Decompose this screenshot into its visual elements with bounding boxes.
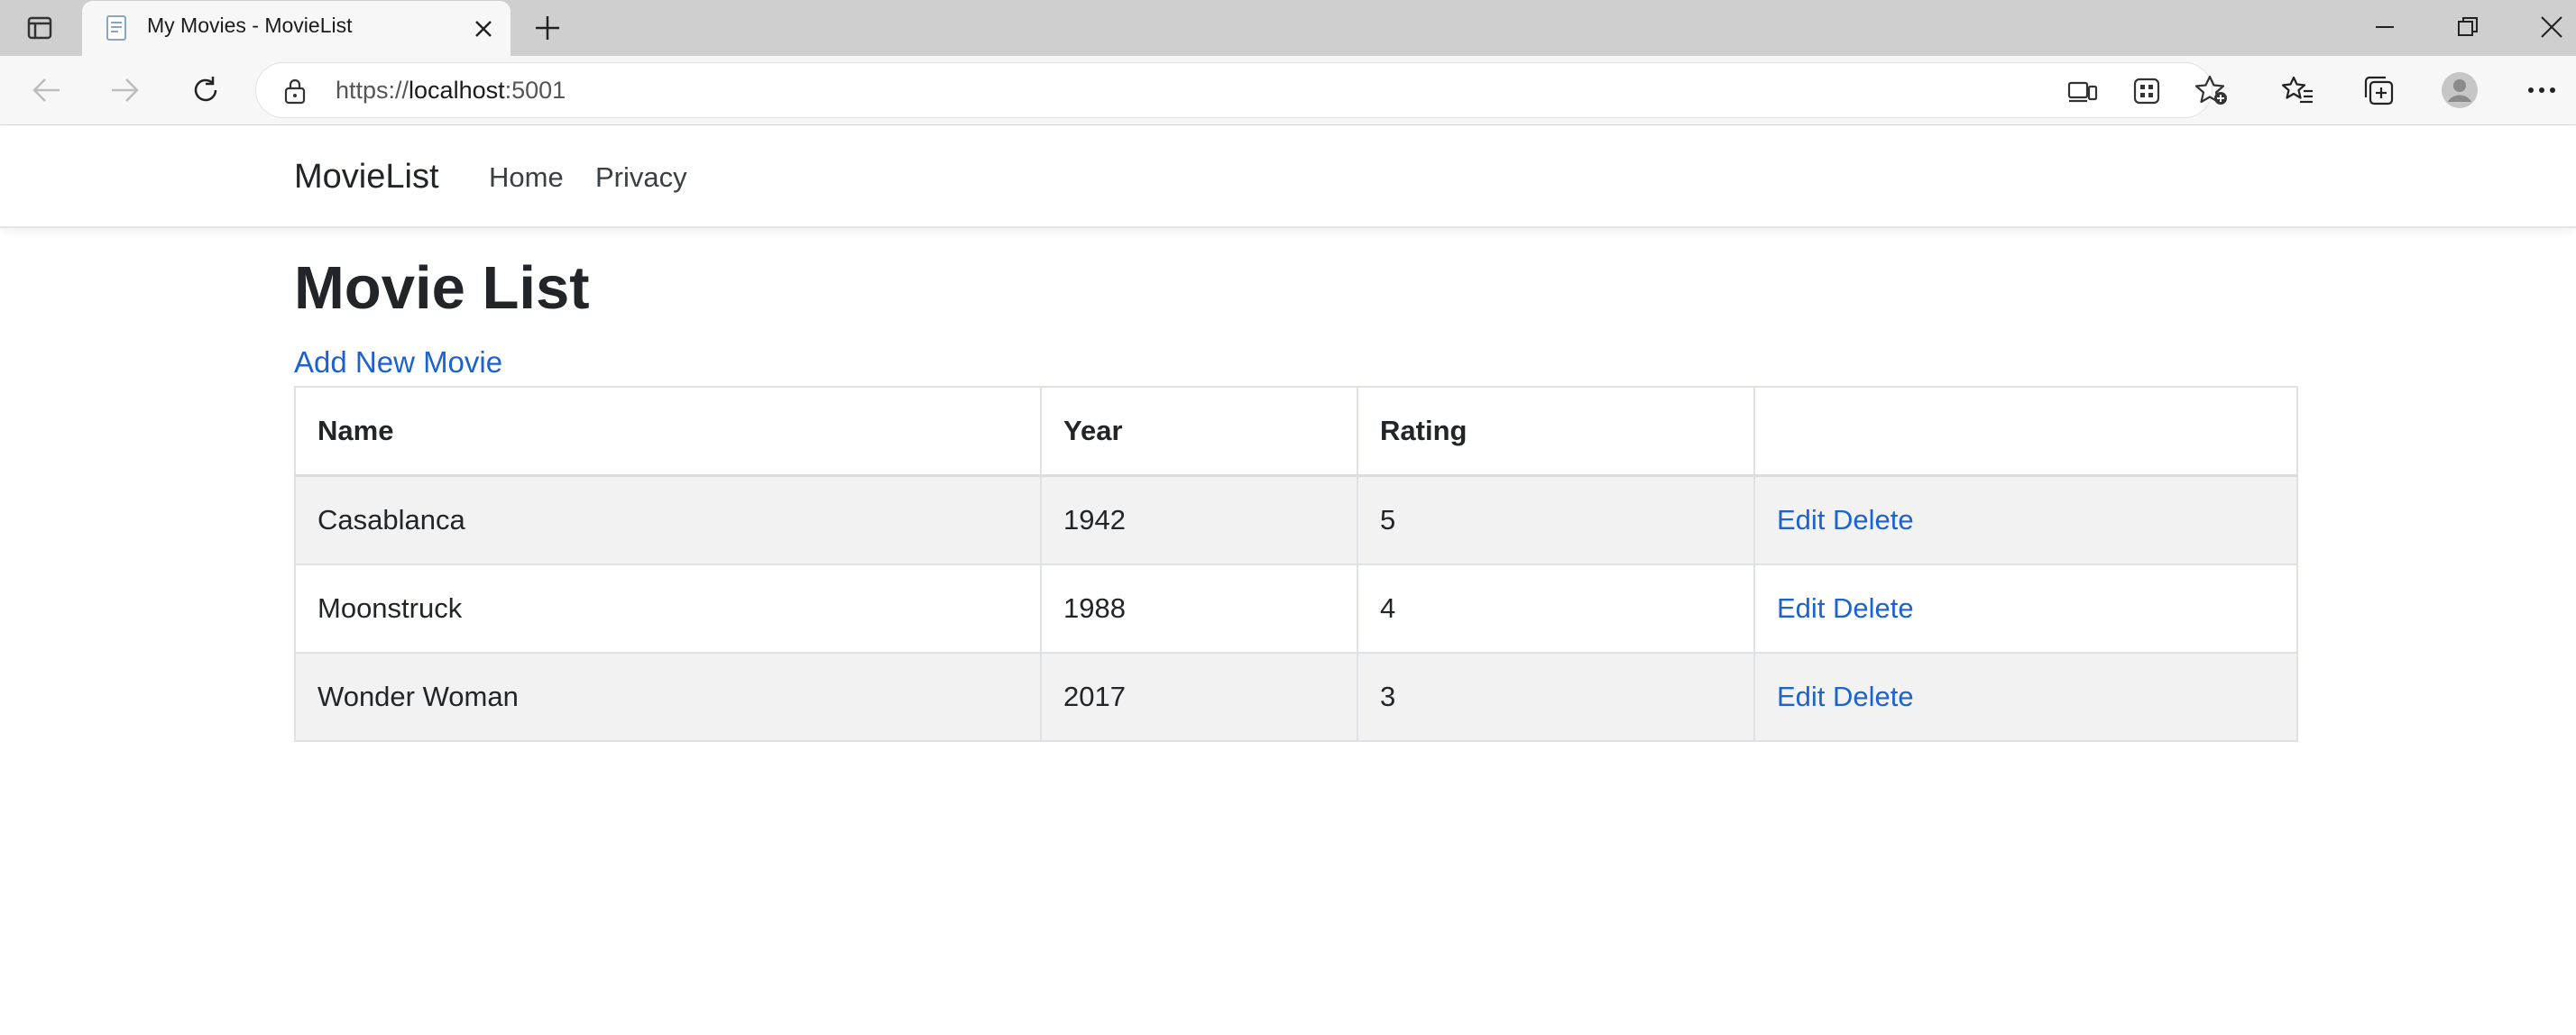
- minimize-icon[interactable]: [2374, 16, 2396, 38]
- edit-link[interactable]: Edit: [1777, 504, 1825, 536]
- url-host: localhost: [409, 77, 505, 104]
- movie-year-cell: 1942: [1040, 474, 1358, 565]
- actions-cell: Edit Delete: [1753, 563, 2298, 654]
- actions-cell: Edit Delete: [1753, 652, 2298, 742]
- browser-toolbar: https://localhost:5001: [0, 56, 2576, 125]
- tab-strip: My Movies - MovieList: [0, 0, 2576, 56]
- movie-rating-cell: 4: [1357, 563, 1755, 654]
- site-navbar: MovieList Home Privacy: [0, 125, 2576, 228]
- close-window-icon[interactable]: [2540, 15, 2563, 39]
- column-header-name: Name: [294, 386, 1042, 477]
- url-port: :5001: [504, 77, 566, 104]
- collections-icon[interactable]: [2362, 74, 2395, 106]
- movie-rating-cell: 3: [1357, 652, 1755, 742]
- delete-link[interactable]: Delete: [1833, 504, 1914, 536]
- table-row: Wonder Woman 2017 3 Edit Delete: [294, 652, 2298, 742]
- movie-rating-cell: 5: [1357, 474, 1755, 565]
- lock-icon[interactable]: [283, 78, 307, 105]
- close-tab-icon[interactable]: [474, 19, 493, 39]
- table-row: Moonstruck 1988 4 Edit Delete: [294, 563, 2298, 654]
- edit-link[interactable]: Edit: [1777, 592, 1825, 624]
- apps-icon[interactable]: [2132, 77, 2161, 105]
- address-bar[interactable]: https://localhost:5001: [255, 62, 2227, 118]
- edit-link[interactable]: Edit: [1777, 681, 1825, 712]
- restore-icon[interactable]: [2457, 16, 2479, 38]
- column-header-rating: Rating: [1357, 386, 1755, 477]
- add-new-movie-link[interactable]: Add New Movie: [294, 345, 502, 380]
- nav-link-home[interactable]: Home: [489, 161, 564, 194]
- add-favorite-icon[interactable]: [2195, 75, 2230, 107]
- favorites-icon[interactable]: [2282, 75, 2314, 105]
- app-available-icon[interactable]: [2067, 78, 2098, 105]
- delete-link[interactable]: Delete: [1833, 592, 1914, 624]
- url-text[interactable]: https://localhost:5001: [336, 77, 566, 105]
- forward-icon[interactable]: [108, 76, 141, 105]
- url-scheme: https://: [336, 77, 409, 104]
- delete-link[interactable]: Delete: [1833, 681, 1914, 712]
- column-header-actions: [1753, 386, 2298, 477]
- table-row: Casablanca 1942 5 Edit Delete: [294, 474, 2298, 565]
- tab-title: My Movies - MovieList: [147, 14, 353, 37]
- movies-table: Name Year Rating Casablanca 1942 5 Edit …: [294, 386, 2298, 742]
- more-menu-icon[interactable]: [2527, 87, 2556, 94]
- column-header-year: Year: [1040, 386, 1358, 477]
- movie-name-cell: Casablanca: [294, 474, 1042, 565]
- nav-link-privacy[interactable]: Privacy: [595, 161, 687, 194]
- new-tab-icon[interactable]: [534, 14, 561, 41]
- movie-name-cell: Wonder Woman: [294, 652, 1042, 742]
- page-favicon-icon: [106, 15, 126, 41]
- brand-link[interactable]: MovieList: [294, 158, 439, 197]
- movie-year-cell: 1988: [1040, 563, 1358, 654]
- tab-actions-icon[interactable]: [27, 16, 52, 40]
- refresh-icon[interactable]: [190, 75, 221, 105]
- movie-year-cell: 2017: [1040, 652, 1358, 742]
- back-icon[interactable]: [31, 76, 63, 105]
- actions-cell: Edit Delete: [1753, 474, 2298, 565]
- table-header-row: Name Year Rating: [294, 386, 2298, 477]
- movie-name-cell: Moonstruck: [294, 563, 1042, 654]
- active-tab[interactable]: My Movies - MovieList: [82, 1, 511, 56]
- profile-avatar-icon[interactable]: [2441, 71, 2479, 109]
- page-title: Movie List: [294, 254, 590, 322]
